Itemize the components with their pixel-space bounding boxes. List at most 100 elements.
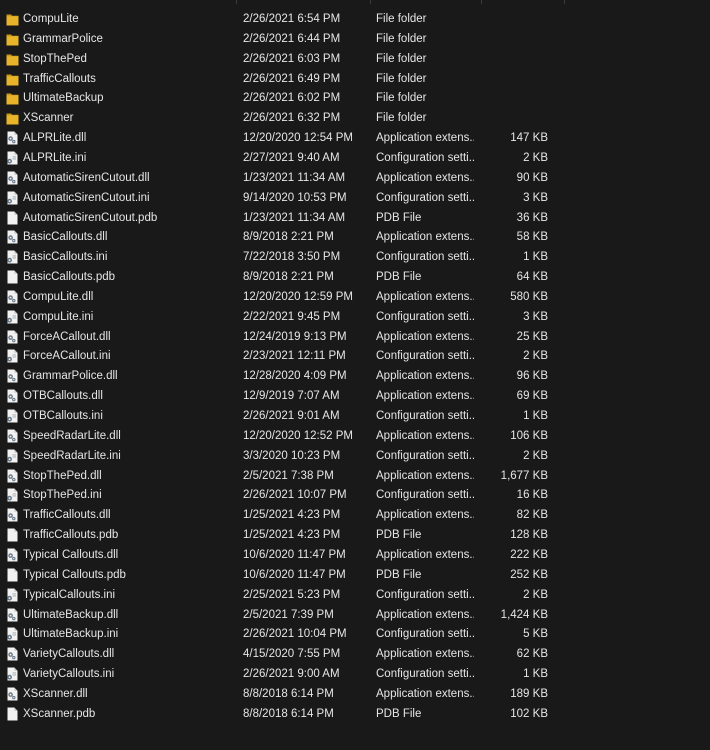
file-size: 62 KB bbox=[516, 648, 548, 661]
file-row[interactable]: StopThePed.ini 2/26/2021 10:07 PM Configur… bbox=[0, 485, 710, 505]
file-size: 3 KB bbox=[523, 310, 548, 323]
file-row[interactable]: XScanner 2/26/2021 6:32 PM File folder bbox=[0, 108, 710, 128]
column-divider[interactable] bbox=[564, 0, 565, 4]
file-row[interactable]: UltimateBackup.ini 2/26/2021 10:04 PM Conf… bbox=[0, 624, 710, 644]
column-divider[interactable] bbox=[481, 0, 482, 4]
file-size bbox=[480, 49, 548, 69]
blank-file-icon bbox=[6, 528, 19, 542]
folder-icon bbox=[6, 72, 19, 86]
file-size bbox=[480, 29, 548, 49]
file-type: File folder bbox=[376, 112, 427, 125]
file-row[interactable]: ForceACallout.ini 2/23/2021 12:11 PM Confi… bbox=[0, 346, 710, 366]
file-name: TrafficCallouts.dll bbox=[23, 509, 111, 522]
file-row[interactable]: AutomaticSirenCutout.pdb 1/23/2021 11:34 … bbox=[0, 208, 710, 228]
file-row[interactable]: GrammarPolice.dll 12/28/2020 4:09 PM Appli… bbox=[0, 366, 710, 386]
file-size bbox=[480, 88, 548, 108]
file-date-modified: 2/25/2021 5:23 PM bbox=[243, 588, 341, 601]
ini-file-icon bbox=[6, 488, 19, 502]
file-date-modified: 12/20/2020 12:59 PM bbox=[243, 290, 353, 303]
file-name: ALPRLite.ini bbox=[23, 151, 87, 164]
file-name: UltimateBackup bbox=[23, 92, 104, 105]
file-name: ALPRLite.dll bbox=[23, 132, 87, 145]
dll-file-icon bbox=[6, 369, 19, 383]
column-divider[interactable] bbox=[370, 0, 371, 4]
file-row[interactable]: BasicCallouts.dll 8/9/2018 2:21 PM Applica… bbox=[0, 227, 710, 247]
folder-icon bbox=[6, 32, 19, 46]
file-size: 3 KB bbox=[523, 191, 548, 204]
file-row[interactable]: XScanner.pdb 8/8/2018 6:14 PM PDB File 102 … bbox=[0, 704, 710, 724]
ini-file-icon bbox=[6, 627, 19, 641]
file-type: Configuration setti... bbox=[376, 251, 474, 264]
file-size: 1,424 KB bbox=[500, 608, 548, 621]
file-date-modified: 4/15/2020 7:55 PM bbox=[243, 648, 341, 661]
file-row[interactable]: ALPRLite.dll 12/20/2020 12:54 PM Applicati… bbox=[0, 128, 710, 148]
file-row[interactable]: TrafficCallouts 2/26/2021 6:49 PM File fol… bbox=[0, 69, 710, 89]
file-size: 252 KB bbox=[510, 568, 548, 581]
ini-file-icon bbox=[6, 349, 19, 363]
file-name: OTBCallouts.dll bbox=[23, 390, 103, 403]
file-type: File folder bbox=[376, 72, 427, 85]
file-type: Application extens... bbox=[376, 290, 474, 303]
file-name: UltimateBackup.dll bbox=[23, 608, 119, 621]
file-type: Configuration setti... bbox=[376, 489, 474, 502]
file-date-modified: 1/25/2021 4:23 PM bbox=[243, 509, 341, 522]
file-row[interactable]: CompuLite 2/26/2021 6:54 PM File folder bbox=[0, 9, 710, 29]
file-type: Application extens... bbox=[376, 548, 474, 561]
file-row[interactable]: CompuLite.ini 2/22/2021 9:45 PM Configurat… bbox=[0, 307, 710, 327]
file-row[interactable]: VarietyCallouts.ini 2/26/2021 9:00 AM Conf… bbox=[0, 664, 710, 684]
file-row[interactable]: ForceACallout.dll 12/24/2019 9:13 PM Appli… bbox=[0, 327, 710, 347]
file-type: Application extens... bbox=[376, 648, 474, 661]
file-row[interactable]: AutomaticSirenCutout.ini 9/14/2020 10:53 … bbox=[0, 188, 710, 208]
file-row[interactable]: OTBCallouts.dll 12/9/2019 7:07 AM Applicat… bbox=[0, 386, 710, 406]
file-name: VarietyCallouts.ini bbox=[23, 668, 115, 681]
file-date-modified: 9/14/2020 10:53 PM bbox=[243, 191, 347, 204]
file-size: 1 KB bbox=[523, 410, 548, 422]
dll-file-icon bbox=[6, 647, 19, 661]
file-type: Application extens... bbox=[376, 687, 474, 700]
file-row[interactable]: OTBCallouts.ini 2/26/2021 9:01 AM Configur… bbox=[0, 406, 710, 426]
file-row[interactable]: StopThePed 2/26/2021 6:03 PM File folder bbox=[0, 49, 710, 69]
file-type: Application extens... bbox=[376, 608, 474, 621]
file-row[interactable]: ALPRLite.ini 2/27/2021 9:40 AM Configurati… bbox=[0, 148, 710, 168]
file-row[interactable]: AutomaticSirenCutout.dll 1/23/2021 11:34 … bbox=[0, 168, 710, 188]
file-row[interactable]: SpeedRadarLite.ini 3/3/2020 10:23 PM Confi… bbox=[0, 446, 710, 466]
file-row[interactable]: StopThePed.dll 2/5/2021 7:38 PM Applicatio… bbox=[0, 466, 710, 486]
file-name: Typical Callouts.dll bbox=[23, 548, 119, 561]
file-row[interactable]: CompuLite.dll 12/20/2020 12:59 PM Applicat… bbox=[0, 287, 710, 307]
file-name: UltimateBackup.ini bbox=[23, 628, 119, 641]
file-date-modified: 8/9/2018 2:21 PM bbox=[243, 271, 334, 284]
file-row[interactable]: TrafficCallouts.dll 1/25/2021 4:23 PM Appl… bbox=[0, 505, 710, 525]
file-row[interactable]: BasicCallouts.pdb 8/9/2018 2:21 PM PDB Fil… bbox=[0, 267, 710, 287]
file-size: 90 KB bbox=[516, 171, 548, 184]
file-size: 69 KB bbox=[516, 390, 548, 403]
dll-file-icon bbox=[6, 330, 19, 344]
file-row[interactable]: Typical Callouts.dll 10/6/2020 11:47 PM Ap… bbox=[0, 545, 710, 565]
file-type: Configuration setti... bbox=[376, 410, 474, 422]
file-date-modified: 2/26/2021 10:04 PM bbox=[243, 628, 347, 641]
file-row[interactable]: VarietyCallouts.dll 4/15/2020 7:55 PM Appl… bbox=[0, 644, 710, 664]
file-row[interactable]: BasicCallouts.ini 7/22/2018 3:50 PM Config… bbox=[0, 247, 710, 267]
column-divider[interactable] bbox=[236, 0, 237, 4]
file-size: 96 KB bbox=[516, 370, 548, 383]
ini-file-icon bbox=[6, 310, 19, 324]
file-date-modified: 2/27/2021 9:40 AM bbox=[243, 151, 340, 164]
folder-icon bbox=[6, 52, 19, 66]
file-date-modified: 12/24/2019 9:13 PM bbox=[243, 330, 347, 343]
file-row[interactable]: TrafficCallouts.pdb 1/25/2021 4:23 PM PDB … bbox=[0, 525, 710, 545]
file-row[interactable]: SpeedRadarLite.dll 12/20/2020 12:52 PM App… bbox=[0, 426, 710, 446]
blank-file-icon bbox=[6, 211, 19, 225]
file-name: CompuLite.ini bbox=[23, 310, 94, 323]
file-row[interactable]: UltimateBackup 2/26/2021 6:02 PM File fold… bbox=[0, 88, 710, 108]
file-size: 580 KB bbox=[510, 290, 548, 303]
folder-icon bbox=[6, 12, 19, 26]
file-name: StopThePed bbox=[23, 52, 87, 65]
file-name: ForceACallout.dll bbox=[23, 330, 111, 343]
file-row[interactable]: TypicalCallouts.ini 2/25/2021 5:23 PM Conf… bbox=[0, 585, 710, 605]
file-row[interactable]: Typical Callouts.pdb 10/6/2020 11:47 PM PD… bbox=[0, 565, 710, 585]
file-type: Application extens... bbox=[376, 370, 474, 383]
file-type: PDB File bbox=[376, 529, 422, 542]
file-size: 1 KB bbox=[523, 668, 548, 681]
file-row[interactable]: UltimateBackup.dll 2/5/2021 7:39 PM Applic… bbox=[0, 605, 710, 625]
file-row[interactable]: XScanner.dll 8/8/2018 6:14 PM Application … bbox=[0, 684, 710, 704]
file-row[interactable]: GrammarPolice 2/26/2021 6:44 PM File folde… bbox=[0, 29, 710, 49]
